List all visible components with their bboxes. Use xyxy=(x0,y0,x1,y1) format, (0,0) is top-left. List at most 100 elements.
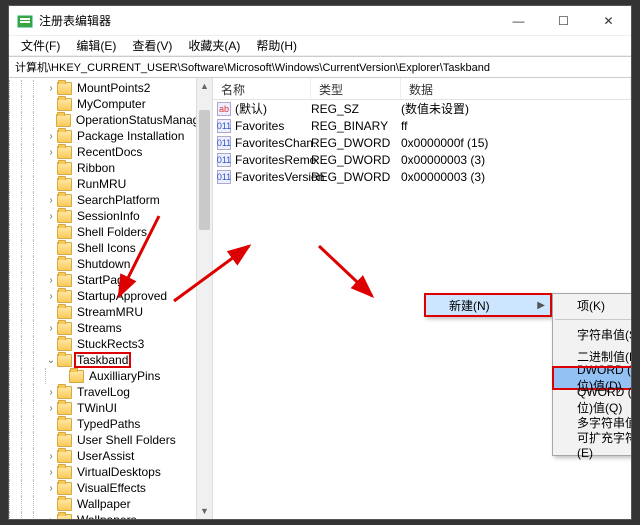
col-data[interactable]: 数据 xyxy=(401,78,631,99)
menu-help[interactable]: 帮助(H) xyxy=(250,36,303,55)
expand-icon[interactable] xyxy=(45,243,57,254)
value-row[interactable]: 011FavoritesREG_BINARYff xyxy=(213,117,631,134)
chevron-right-icon: ▶ xyxy=(537,300,545,311)
tree-item[interactable]: ›SearchPlatform xyxy=(9,192,212,208)
expand-icon[interactable] xyxy=(45,163,57,174)
tree-item[interactable]: Ribbon xyxy=(9,160,212,176)
expand-icon[interactable]: › xyxy=(45,483,57,494)
tree-item[interactable]: Wallpaper xyxy=(9,496,212,512)
tree-item[interactable]: ›MountPoints2 xyxy=(9,80,212,96)
expand-icon[interactable]: › xyxy=(45,403,57,414)
col-type[interactable]: 类型 xyxy=(311,78,401,99)
tree-item[interactable]: RunMRU xyxy=(9,176,212,192)
tree-scrollbar[interactable]: ▲ ▼ xyxy=(196,78,212,519)
folder-icon xyxy=(57,290,72,303)
expand-icon[interactable] xyxy=(45,339,57,350)
expand-icon[interactable]: › xyxy=(45,387,57,398)
tree-item[interactable]: ›TWinUI xyxy=(9,400,212,416)
tree-item[interactable]: ›RecentDocs xyxy=(9,144,212,160)
tree-item[interactable]: ›UserAssist xyxy=(9,448,212,464)
expand-icon[interactable] xyxy=(45,179,57,190)
maximize-button[interactable]: ☐ xyxy=(541,6,586,36)
minimize-button[interactable]: — xyxy=(496,6,541,36)
tree-item[interactable]: ›Package Installation xyxy=(9,128,212,144)
expand-icon[interactable] xyxy=(45,499,57,510)
value-row[interactable]: ab(默认)REG_SZ(数值未设置) xyxy=(213,100,631,117)
expand-icon[interactable] xyxy=(45,419,57,430)
tree-item[interactable]: StreamMRU xyxy=(9,304,212,320)
ctx-qword[interactable]: QWORD (64 位)值(Q) xyxy=(553,389,631,411)
ctx-string[interactable]: 字符串值(S) xyxy=(553,323,631,345)
value-type: REG_DWORD xyxy=(311,136,401,150)
expand-icon[interactable]: › xyxy=(45,323,57,334)
tree-item[interactable]: › StartPage xyxy=(9,272,212,288)
tree-item[interactable]: ›Streams xyxy=(9,320,212,336)
tree-item[interactable]: ›VisualEffects xyxy=(9,480,212,496)
tree-item[interactable]: › VirtualDesktops xyxy=(9,464,212,480)
tree-item-label: StartPage xyxy=(75,273,132,287)
tree-item[interactable]: › TravelLog xyxy=(9,384,212,400)
expand-icon[interactable]: › xyxy=(45,291,57,302)
folder-icon xyxy=(57,274,72,287)
address-bar[interactable]: 计算机\HKEY_CURRENT_USER\Software\Microsoft… xyxy=(9,56,631,78)
expand-icon[interactable] xyxy=(45,435,57,446)
expand-icon[interactable] xyxy=(45,307,57,318)
tree-item[interactable]: › Wallpapers xyxy=(9,512,212,519)
expand-icon[interactable]: › xyxy=(45,195,57,206)
tree-item[interactable]: Shell Icons xyxy=(9,240,212,256)
expand-icon[interactable] xyxy=(44,115,56,126)
tree-item[interactable]: Shutdown xyxy=(9,256,212,272)
expand-icon[interactable]: ⌄ xyxy=(45,355,57,366)
expand-icon[interactable]: › xyxy=(45,515,57,520)
tree-item[interactable]: MyComputer xyxy=(9,96,212,112)
expand-icon[interactable]: › xyxy=(45,467,57,478)
expand-icon[interactable] xyxy=(45,259,57,270)
expand-icon[interactable] xyxy=(45,227,57,238)
tree-item[interactable]: TypedPaths xyxy=(9,416,212,432)
close-button[interactable]: ✕ xyxy=(586,6,631,36)
tree-item-label: TravelLog xyxy=(75,385,132,399)
ctx-key[interactable]: 项(K) xyxy=(553,294,631,316)
tree-panel[interactable]: ›MountPoints2 MyComputer OperationStatus… xyxy=(9,78,213,519)
expand-icon[interactable]: › xyxy=(45,275,57,286)
tree-item[interactable]: ›SessionInfo xyxy=(9,208,212,224)
expand-icon[interactable]: › xyxy=(45,83,57,94)
tree-item-label: Wallpapers xyxy=(75,513,139,519)
expand-icon[interactable] xyxy=(45,99,57,110)
value-name: (默认) xyxy=(235,100,267,117)
scroll-up-icon[interactable]: ▲ xyxy=(197,78,212,94)
menu-file[interactable]: 文件(F) xyxy=(15,36,66,55)
folder-icon xyxy=(57,178,72,191)
tree-item-label: VirtualDesktops xyxy=(75,465,163,479)
folder-icon xyxy=(69,370,84,383)
tree-item[interactable]: ›StartupApproved xyxy=(9,288,212,304)
value-row[interactable]: 011FavoritesChan...REG_DWORD0x0000000f (… xyxy=(213,134,631,151)
expand-icon[interactable]: › xyxy=(45,451,57,462)
col-name[interactable]: 名称 xyxy=(213,78,311,99)
tree-item[interactable]: User Shell Folders xyxy=(9,432,212,448)
tree-item[interactable]: ⌄Taskband xyxy=(9,352,212,368)
scrollbar-thumb[interactable] xyxy=(199,110,210,230)
expand-icon[interactable]: › xyxy=(45,131,57,142)
menu-edit[interactable]: 编辑(E) xyxy=(70,36,122,55)
scroll-down-icon[interactable]: ▼ xyxy=(197,503,212,519)
tree-item[interactable]: Shell Folders xyxy=(9,224,212,240)
menu-view[interactable]: 查看(V) xyxy=(126,36,178,55)
tree-item[interactable]: OperationStatusManager xyxy=(9,112,212,128)
titlebar[interactable]: 注册表编辑器 — ☐ ✕ xyxy=(9,6,631,36)
value-row[interactable]: 011FavoritesRemo...REG_DWORD0x00000003 (… xyxy=(213,151,631,168)
tree-item-label: User Shell Folders xyxy=(75,433,178,447)
expand-icon[interactable]: › xyxy=(45,147,57,158)
tree-item[interactable]: StuckRects3 xyxy=(9,336,212,352)
ctx-new[interactable]: 新建(N) ▶ xyxy=(425,294,551,316)
folder-icon xyxy=(57,482,72,495)
menu-favorites[interactable]: 收藏夹(A) xyxy=(182,36,246,55)
tree-item-label: StuckRects3 xyxy=(75,337,146,351)
ctx-expand[interactable]: 可扩充字符串值(E) xyxy=(553,433,631,455)
value-row[interactable]: 011FavoritesVersionREG_DWORD0x00000003 (… xyxy=(213,168,631,185)
folder-icon xyxy=(57,258,72,271)
expand-icon[interactable]: › xyxy=(45,211,57,222)
expand-icon[interactable] xyxy=(57,371,69,382)
value-data: 0x00000003 (3) xyxy=(401,170,631,184)
tree-item[interactable]: AuxilliaryPins xyxy=(9,368,212,384)
